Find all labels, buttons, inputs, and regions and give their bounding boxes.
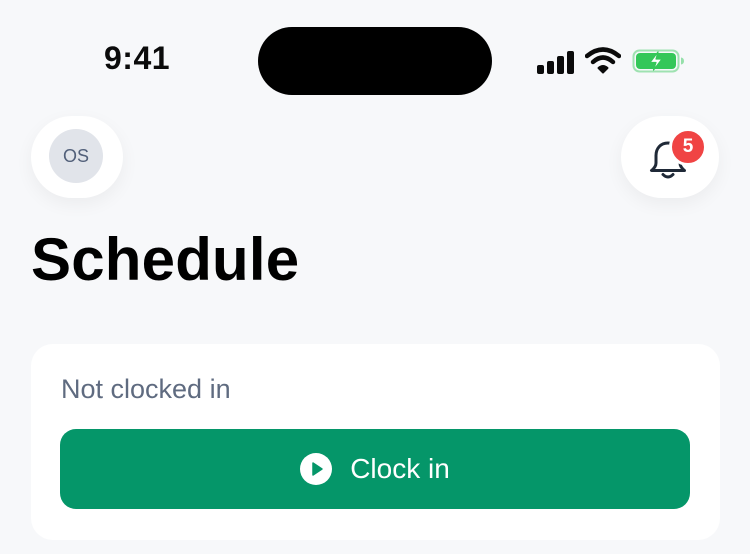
page-title: Schedule — [31, 226, 300, 293]
avatar: OS — [49, 129, 103, 183]
cellular-signal-icon — [537, 48, 575, 74]
profile-button[interactable]: OS — [31, 116, 123, 198]
wifi-icon — [585, 47, 621, 74]
notification-count: 5 — [682, 136, 694, 157]
play-circle-icon — [300, 453, 333, 485]
clock-card: Not clocked in Clock in — [31, 344, 720, 540]
battery-charging-icon — [632, 49, 684, 73]
notification-badge: 5 — [669, 128, 707, 166]
clock-status-text: Not clocked in — [61, 374, 231, 404]
status-time: 9:41 — [104, 40, 171, 76]
avatar-initials: OS — [62, 145, 89, 166]
notifications-button[interactable]: 5 — [621, 116, 719, 198]
dynamic-island — [258, 27, 492, 95]
status-bar: 9:41 — [0, 0, 750, 110]
clock-in-label: Clock in — [350, 453, 450, 484]
clock-in-button[interactable]: Clock in — [60, 429, 690, 509]
